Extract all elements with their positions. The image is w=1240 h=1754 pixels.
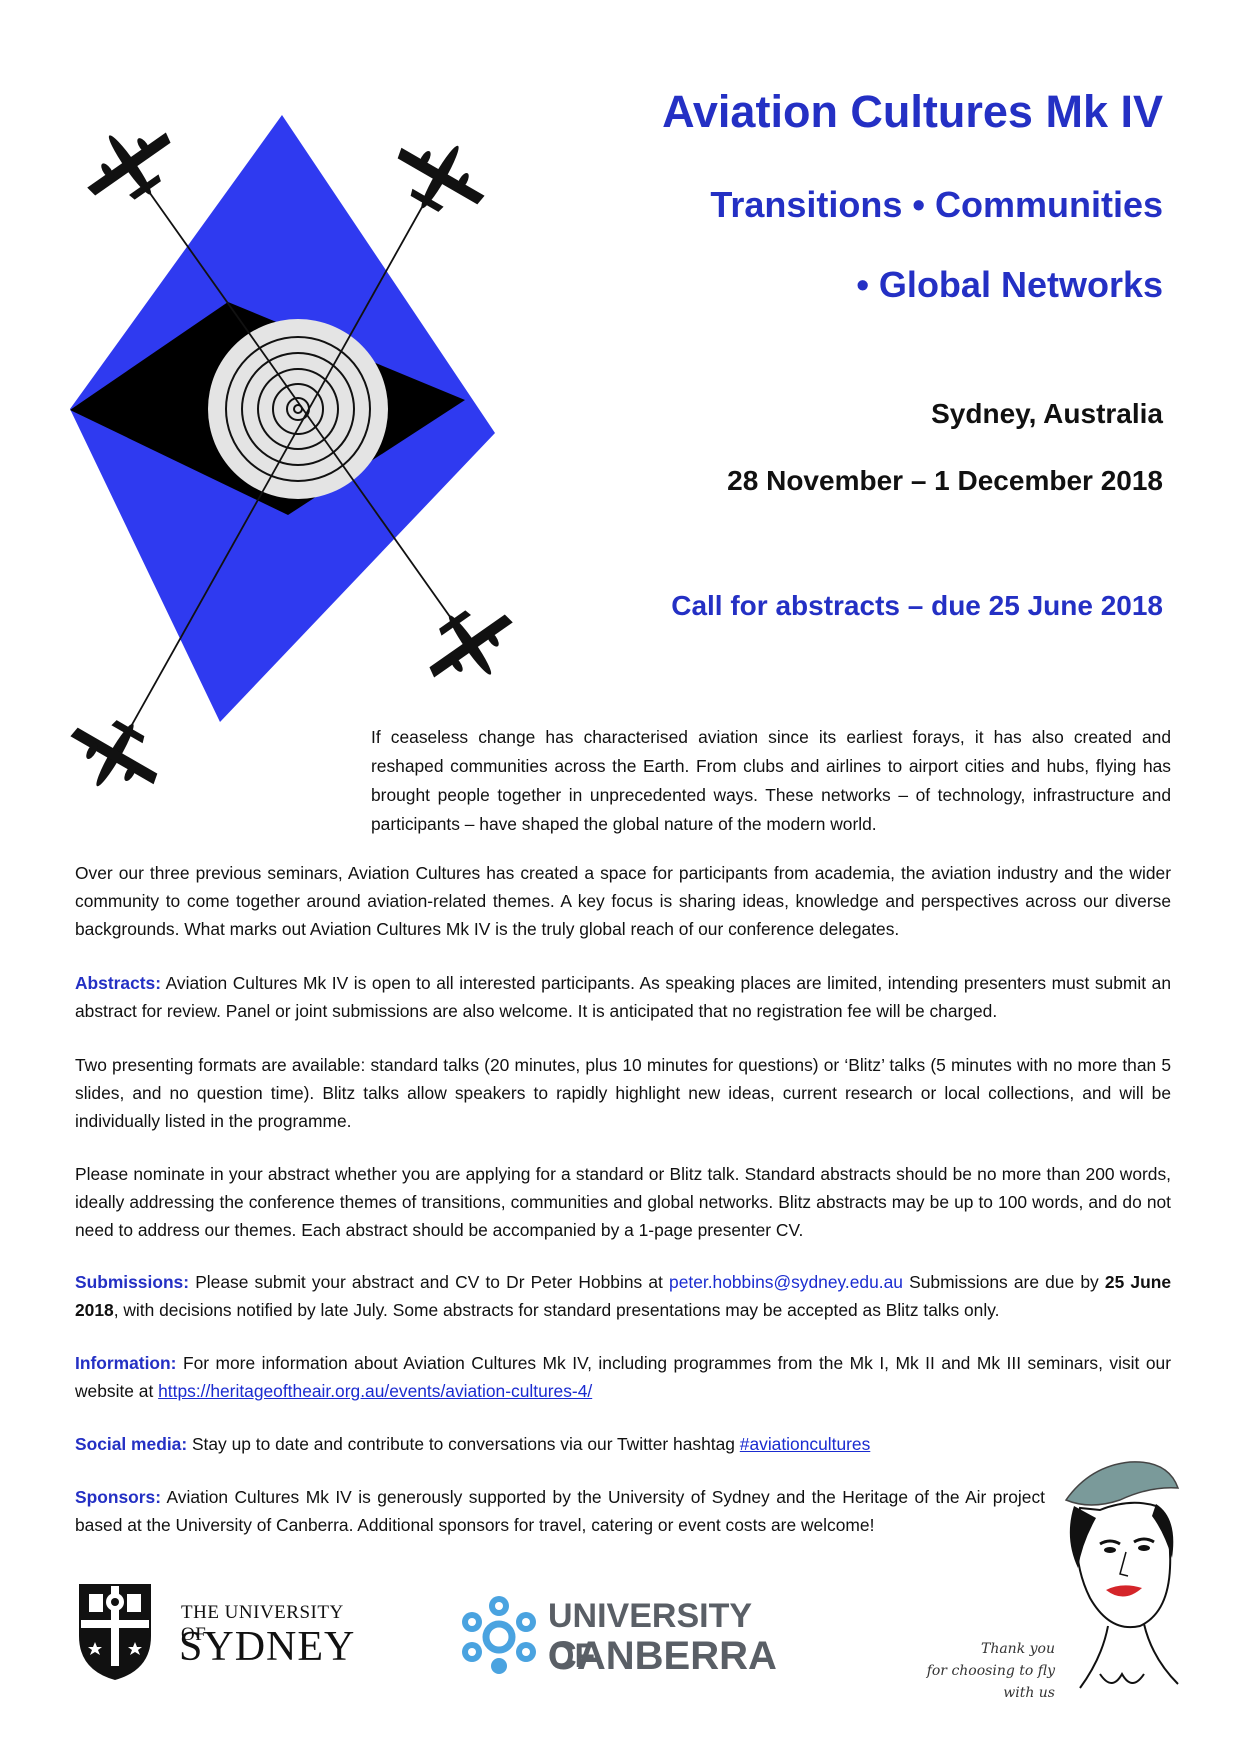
canberra-logo-line2: CANBERRA (548, 1634, 777, 1678)
information-paragraph: Information: For more information about … (75, 1353, 1171, 1401)
canberra-molecule-icon (462, 1596, 536, 1674)
sponsors-label: Sponsors: (75, 1487, 161, 1507)
conference-dates: 28 November – 1 December 2018 (727, 465, 1163, 496)
conference-subtitle-line2: • Global Networks (856, 264, 1163, 305)
submissions-label: Submissions: (75, 1272, 190, 1292)
social-media-label: Social media: (75, 1434, 188, 1454)
conference-title: Aviation Cultures Mk IV (662, 86, 1163, 137)
submissions-paragraph: Submissions: Please submit your abstract… (75, 1272, 1172, 1320)
sydney-crest-icon (79, 1584, 151, 1680)
nominate-paragraph: Please nominate in your abstract whether… (75, 1164, 1171, 1240)
conference-location: Sydney, Australia (931, 398, 1163, 429)
airplane-icon (410, 587, 530, 703)
sponsors-paragraph: Sponsors: Aviation Cultures Mk IV is gen… (75, 1487, 1045, 1535)
sydney-logo-line2: SYDNEY (179, 1624, 356, 1670)
airplane-icon (70, 115, 190, 223)
information-label: Information: (75, 1353, 177, 1373)
university-of-sydney-logo: THE UNIVERSITY OF SYDNEY (75, 1580, 365, 1690)
formats-paragraph: Two presenting formats are available: st… (75, 1055, 1171, 1131)
intro-paragraph: If ceaseless change has characterised av… (371, 727, 1171, 834)
hashtag-link[interactable]: #aviationcultures (740, 1434, 871, 1454)
website-link[interactable]: https://heritageoftheair.org.au/events/a… (158, 1381, 592, 1401)
stewardess-caption: Thank you for choosing to fly with us (926, 1641, 1055, 1701)
airplane-icon (380, 121, 500, 233)
abstracts-label: Abstracts: (75, 973, 162, 993)
airplane-icon (70, 699, 175, 811)
target-disc (208, 319, 388, 499)
university-of-canberra-logo: UNIVERSITY OF CANBERRA (458, 1588, 798, 1688)
seminars-paragraph: Over our three previous seminars, Aviati… (75, 863, 1171, 939)
email-link[interactable]: peter.hobbins@sydney.edu.au (669, 1272, 903, 1292)
conference-subtitle-line1: Transitions • Communities (710, 184, 1163, 225)
call-for-abstracts: Call for abstracts – due 25 June 2018 (671, 590, 1163, 621)
social-media-paragraph: Social media: Stay up to date and contri… (75, 1434, 871, 1454)
abstracts-paragraph: Abstracts: Aviation Cultures Mk IV is op… (75, 973, 1171, 1021)
stewardess-illustration (1064, 1461, 1180, 1689)
